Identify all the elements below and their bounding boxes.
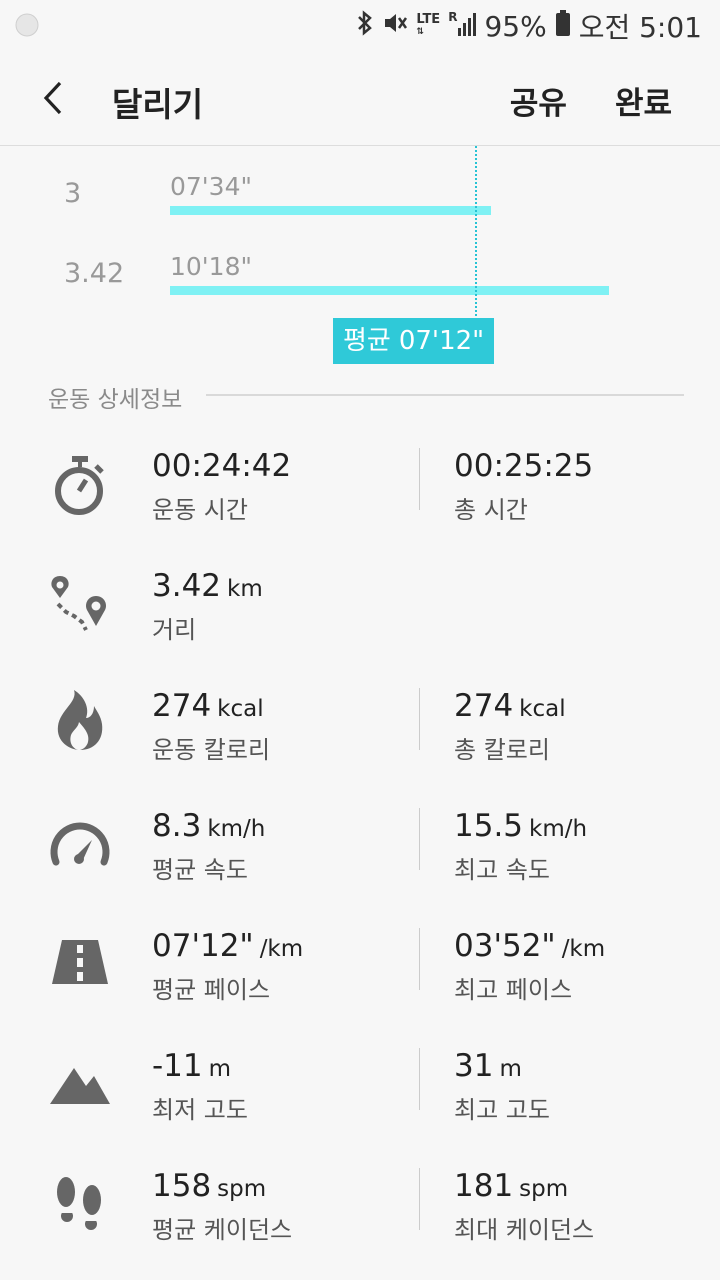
signal-icon [458,10,477,43]
column-divider [419,1048,420,1110]
bluetooth-icon [356,9,374,44]
column-divider [419,448,420,510]
metric-value: 158 spm [152,1168,266,1204]
metric-row-duration: 00:24:42 운동 시간 00:25:25 총 시간 [0,448,720,548]
metric-row-pace: 07'12"/km 평균 페이스 03'52"/km 최고 페이스 [0,928,720,1028]
speedometer-icon [48,814,112,878]
distance-label: 거리 [152,616,197,644]
total-time-value: 00:25:25 [454,448,594,484]
mute-icon [382,10,408,43]
metric-value: 181 spm [454,1168,568,1204]
metric-row-distance: 3.42 km 거리 [0,568,720,668]
metric-value: 274 kcal [454,688,566,724]
metric-value: 03'52"/km [454,928,605,964]
average-pace-value: 07'12" [398,326,485,356]
average-pace-label: 평균 페이스 [152,976,271,1004]
metric-value: 3.42 km [152,568,263,604]
workout-calories-value: 274 [152,688,212,724]
average-pace-tag: 평균 07'12" [333,318,495,364]
min-altitude-label: 최저 고도 [152,1096,248,1124]
split-km: 3 [64,178,82,209]
done-button[interactable]: 완료 [615,78,672,123]
status-bar: LTE ⇅ R 95% 오전 5:01 [0,0,720,50]
route-icon [48,572,112,636]
average-pace-line [475,146,477,316]
metric-value: 274 kcal [152,688,264,724]
average-pace-value: 07'12" [152,928,254,964]
page-title: 달리기 [112,85,204,124]
min-altitude-unit: m [208,1056,232,1082]
total-calories-label: 총 칼로리 [454,736,550,764]
metric-value: -11 m [152,1048,231,1084]
road-icon [48,936,112,1000]
metric-value: 07'12"/km [152,928,303,964]
network-type-label: LTE [416,12,441,27]
share-button[interactable]: 공유 [510,78,567,123]
split-bar [170,206,491,215]
battery-percent: 95% [484,9,547,43]
metric-value: 8.3 km/h [152,808,265,844]
stopwatch-icon [48,454,112,518]
average-cadence-unit: spm [217,1176,267,1202]
average-pace-unit: /km [259,936,304,962]
chevron-left-icon [43,81,62,115]
flame-icon [48,688,112,752]
max-speed-value: 15.5 [454,808,524,844]
split-bar [170,286,609,295]
average-label: 평균 [343,326,391,356]
clock: 오전 5:01 [578,11,702,44]
distance-unit: km [227,576,263,602]
total-time-label: 총 시간 [454,496,528,524]
workout-time-label: 운동 시간 [152,496,248,524]
column-divider [419,688,420,750]
workout-calories-unit: kcal [217,696,264,722]
metric-value: 00:25:25 [454,448,593,484]
notification-icon [14,12,40,42]
metric-value: 31 m [454,1048,522,1084]
metric-row-speed: 8.3 km/h 평균 속도 15.5 km/h 최고 속도 [0,808,720,908]
mountain-icon [48,1054,112,1118]
metric-value: 00:24:42 [152,448,291,484]
section-title: 운동 상세정보 [48,387,183,413]
max-speed-unit: km/h [529,816,588,842]
workout-time-value: 00:24:42 [152,448,292,484]
max-altitude-value: 31 [454,1048,494,1084]
best-pace-label: 최고 페이스 [454,976,573,1004]
max-cadence-value: 181 [454,1168,514,1204]
section-divider [206,394,684,396]
max-cadence-unit: spm [519,1176,569,1202]
average-speed-label: 평균 속도 [152,856,248,884]
metric-row-calories: 274 kcal 운동 칼로리 274 kcal 총 칼로리 [0,688,720,788]
split-pace: 07'34" [170,172,252,201]
app-bar: 달리기 공유 완료 [0,50,720,146]
column-divider [419,928,420,990]
distance-value: 3.42 [152,568,222,604]
column-divider [419,1168,420,1230]
average-cadence-value: 158 [152,1168,212,1204]
min-altitude-value: -11 [152,1048,203,1084]
metric-row-altitude: -11 m 최저 고도 31 m 최고 고도 [0,1048,720,1148]
total-calories-value: 274 [454,688,514,724]
split-pace: 10'18" [170,252,252,281]
total-calories-unit: kcal [519,696,566,722]
max-altitude-label: 최고 고도 [454,1096,550,1124]
metric-row-cadence: 158 spm 평균 케이던스 181 spm 최대 케이던스 [0,1168,720,1268]
average-speed-unit: km/h [207,816,266,842]
roaming-label: R [448,9,458,24]
best-pace-unit: /km [561,936,606,962]
max-speed-label: 최고 속도 [454,856,550,884]
workout-calories-label: 운동 칼로리 [152,736,271,764]
battery-icon [555,9,571,44]
average-speed-value: 8.3 [152,808,202,844]
split-km: 3.42 [64,258,125,289]
max-cadence-label: 최대 케이던스 [454,1216,595,1244]
section-header: 운동 상세정보 [48,380,684,414]
max-altitude-unit: m [499,1056,522,1082]
average-cadence-label: 평균 케이던스 [152,1216,293,1244]
best-pace-value: 03'52" [454,928,556,964]
footprints-icon [48,1172,112,1236]
column-divider [419,808,420,870]
back-button[interactable] [40,80,68,120]
metric-value: 15.5 km/h [454,808,587,844]
